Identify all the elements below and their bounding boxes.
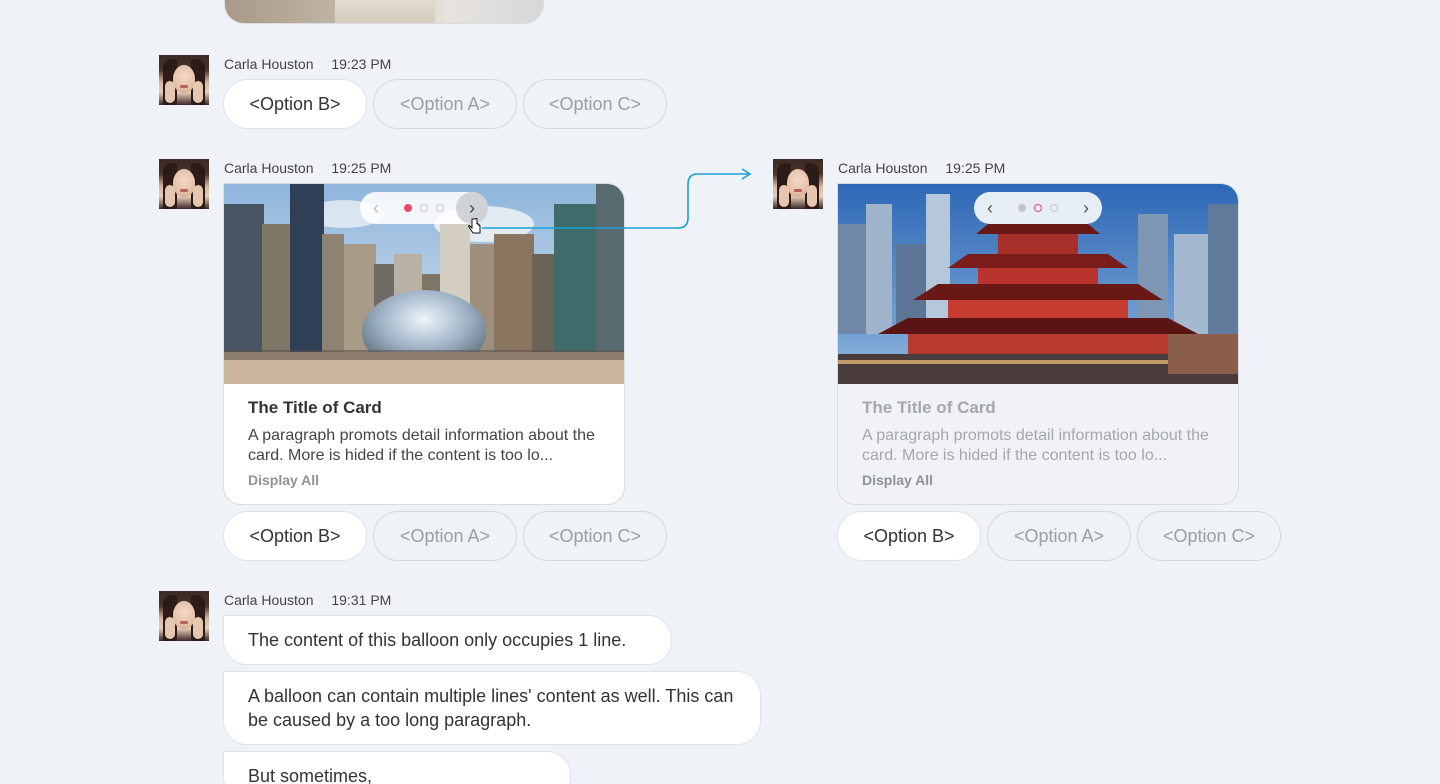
display-all-link[interactable]: Display All bbox=[248, 472, 608, 488]
card-title: The Title of Card bbox=[248, 398, 382, 417]
card-description: A paragraph promots detail information a… bbox=[862, 427, 1209, 464]
message-meta: Carla Houston 19:23 PM bbox=[224, 56, 391, 72]
option-c-button[interactable]: <Option C> bbox=[1137, 511, 1281, 561]
avatar bbox=[159, 55, 209, 105]
page-dots bbox=[392, 204, 456, 212]
timestamp: 19:23 PM bbox=[331, 56, 392, 72]
option-b-button[interactable]: <Option B> bbox=[223, 79, 367, 129]
sender-name: Carla Houston bbox=[224, 160, 314, 176]
option-c-button[interactable]: <Option C> bbox=[523, 511, 667, 561]
page-dot[interactable] bbox=[420, 204, 428, 212]
card-image-temple: ‹ › bbox=[838, 184, 1238, 384]
card-title: The Title of Card bbox=[862, 398, 996, 417]
sender-name: Carla Houston bbox=[224, 592, 314, 608]
avatar bbox=[159, 591, 209, 641]
next-arrow-icon[interactable]: › bbox=[1070, 192, 1102, 224]
message-meta: Carla Houston 19:31 PM bbox=[224, 592, 391, 608]
timestamp: 19:25 PM bbox=[945, 160, 1006, 176]
page-dot[interactable] bbox=[436, 204, 444, 212]
timestamp: 19:31 PM bbox=[331, 592, 392, 608]
message-meta: Carla Houston 19:25 PM bbox=[224, 160, 391, 176]
page-dot[interactable] bbox=[1050, 204, 1058, 212]
page-dot[interactable] bbox=[1018, 204, 1026, 212]
option-a-button[interactable]: <Option A> bbox=[373, 79, 517, 129]
page-dot[interactable] bbox=[404, 204, 412, 212]
previous-image-card bbox=[224, 0, 544, 24]
transition-connector-arrow bbox=[482, 168, 752, 229]
prev-arrow-icon[interactable]: ‹ bbox=[360, 192, 392, 224]
option-b-button[interactable]: <Option B> bbox=[837, 511, 981, 561]
carousel-card[interactable]: ‹ › The Title of Card A paragraph promot… bbox=[837, 183, 1239, 505]
page-dot[interactable] bbox=[1034, 204, 1042, 212]
message-balloon: The content of this balloon only occupie… bbox=[223, 615, 672, 665]
card-description: A paragraph promots detail information a… bbox=[248, 427, 595, 464]
carousel-pager: ‹ › bbox=[974, 192, 1102, 224]
avatar bbox=[773, 159, 823, 209]
display-all-link[interactable]: Display All bbox=[862, 472, 1222, 488]
prev-arrow-icon[interactable]: ‹ bbox=[974, 192, 1006, 224]
page-dots bbox=[1006, 204, 1070, 212]
message-balloon: But sometimes, bbox=[223, 751, 571, 784]
sender-name: Carla Houston bbox=[224, 56, 314, 72]
option-b-button[interactable]: <Option B> bbox=[223, 511, 367, 561]
message-meta: Carla Houston 19:25 PM bbox=[838, 160, 1005, 176]
timestamp: 19:25 PM bbox=[331, 160, 392, 176]
avatar bbox=[159, 159, 209, 209]
option-a-button[interactable]: <Option A> bbox=[373, 511, 517, 561]
option-c-button[interactable]: <Option C> bbox=[523, 79, 667, 129]
message-balloon: A balloon can contain multiple lines' co… bbox=[223, 671, 761, 745]
sender-name: Carla Houston bbox=[838, 160, 928, 176]
option-a-button[interactable]: <Option A> bbox=[987, 511, 1131, 561]
